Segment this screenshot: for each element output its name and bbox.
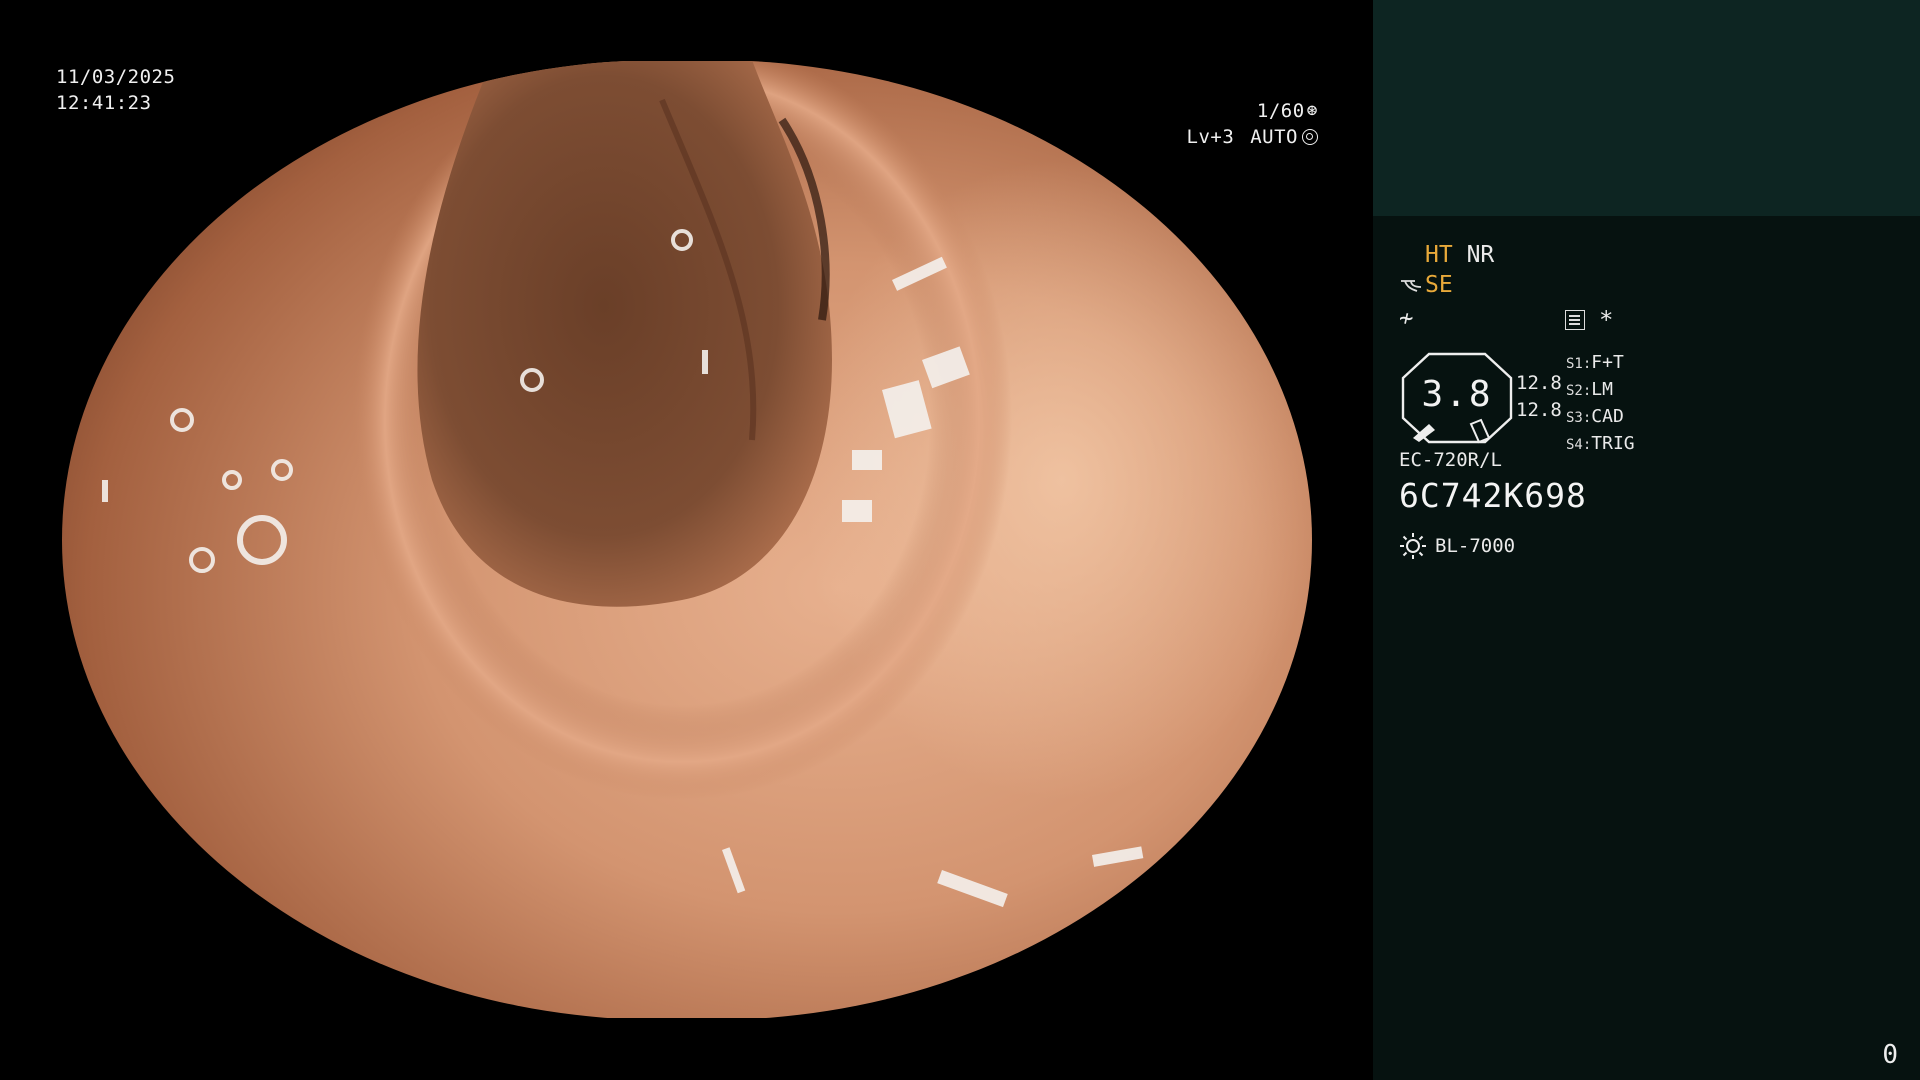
mode-item: S4:TRIG xyxy=(1566,433,1635,454)
enhancement-row: ≁ xyxy=(1399,304,1413,332)
mode-item: S2:LM xyxy=(1566,379,1613,400)
se-label: SE xyxy=(1425,272,1453,298)
light-source-text: BL-7000 xyxy=(1435,535,1516,557)
scope-serial: 6C742K698 xyxy=(1399,476,1587,515)
nr-label: NR xyxy=(1466,242,1495,268)
panel-header-area xyxy=(1373,0,1920,216)
aperture-icon: ⊛ xyxy=(1306,100,1318,121)
se-row: SE xyxy=(1399,272,1453,298)
endoscope-view xyxy=(62,60,1312,1020)
endoscope-image xyxy=(62,60,1312,1020)
level-text: Lv+3 xyxy=(1186,126,1235,148)
scope-model: EC-720R/L xyxy=(1399,449,1502,471)
switch-mode-list: S1:F+T S2:LM S3:CAD S4:TRIG xyxy=(1566,350,1635,458)
mode-item: S3:CAD xyxy=(1566,406,1624,427)
swirl-icon xyxy=(1401,280,1422,292)
sun-icon xyxy=(1400,533,1426,559)
iris-text: AUTO xyxy=(1250,126,1298,148)
info-panel: HT NR SE ≁ * 3.8 12.8 12.8 S1:F+T S2:LM … xyxy=(1373,0,1920,1080)
not-equal-icon: ≁ xyxy=(1399,304,1414,332)
datetime-readout: 11/03/2025 12:41:23 xyxy=(56,64,175,116)
mode-item: S1:F+T xyxy=(1566,352,1624,373)
time-text: 12:41:23 xyxy=(56,92,152,114)
gauge-value: 3.8 xyxy=(1421,374,1493,415)
view-mask-top xyxy=(0,0,1372,61)
gauge-number-1: 12.8 xyxy=(1516,372,1562,394)
view-mask-bottom xyxy=(0,1018,1372,1080)
asterisk-indicator: * xyxy=(1599,306,1614,334)
misc-indicators: * xyxy=(1565,306,1613,334)
image-counter: 0 xyxy=(1882,1040,1898,1070)
gauge-numbers: 12.8 12.8 xyxy=(1516,370,1562,424)
document-icon xyxy=(1565,310,1585,330)
light-source-row: BL-7000 xyxy=(1399,532,1515,560)
ht-label: HT xyxy=(1425,242,1453,268)
ht-nr-row: HT NR xyxy=(1425,242,1494,268)
gauge-number-2: 12.8 xyxy=(1516,399,1562,421)
exposure-readout: 1/60 ⊛ Lv+3 AUTO xyxy=(1098,98,1318,150)
iris-icon xyxy=(1302,129,1318,145)
date-text: 11/03/2025 xyxy=(56,66,176,88)
shutter-text: 1/60 xyxy=(1256,100,1305,122)
